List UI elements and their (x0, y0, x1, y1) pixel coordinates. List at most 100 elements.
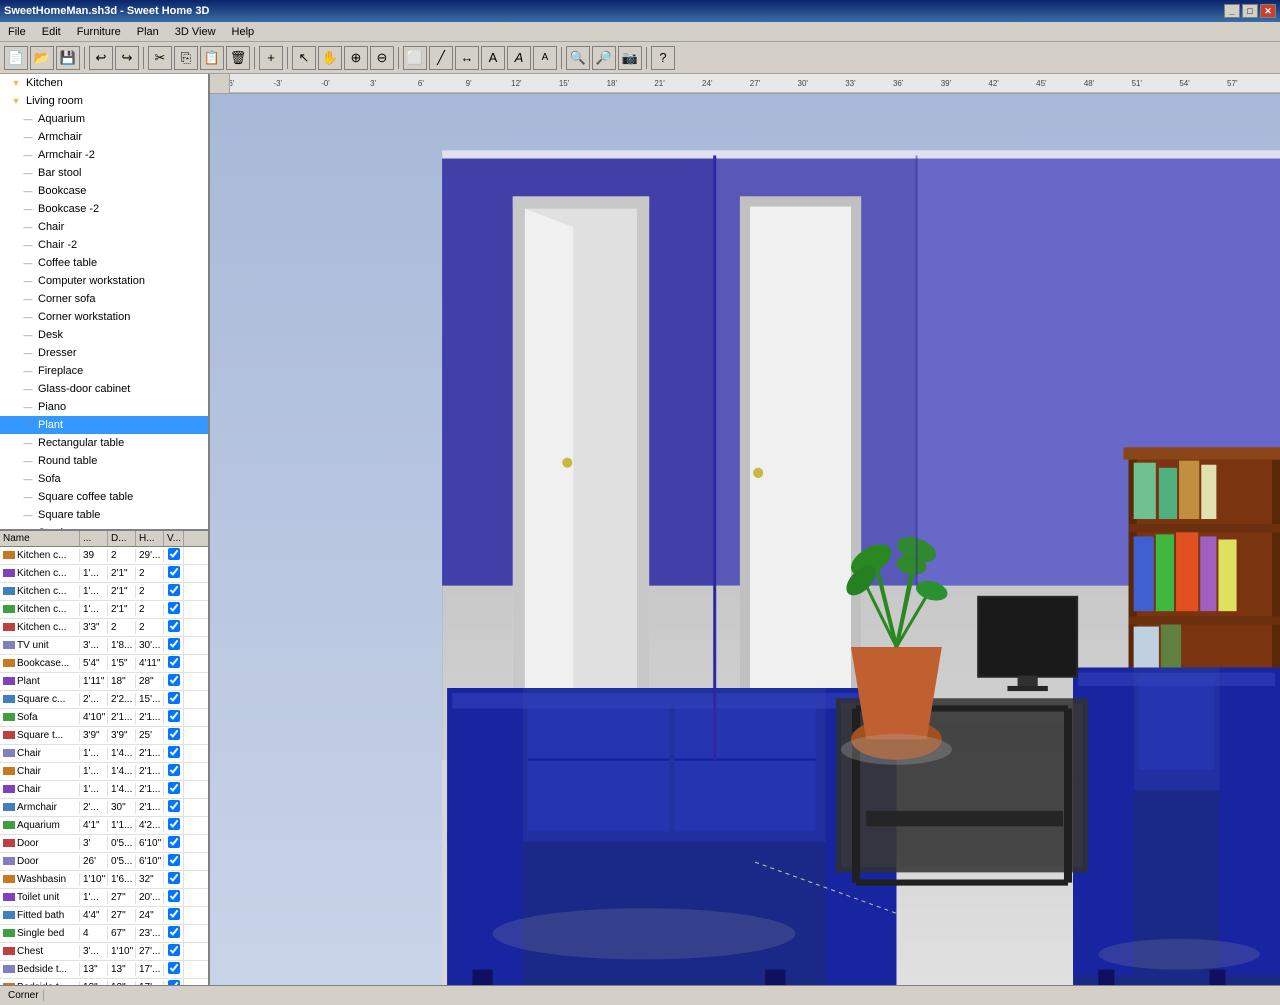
save-button[interactable]: 💾 (56, 46, 80, 70)
menu-help[interactable]: Help (224, 24, 263, 40)
tree-item-rectangular-table[interactable]: — Rectangular table (0, 434, 208, 452)
menu-edit[interactable]: Edit (34, 24, 69, 40)
visibility-check[interactable] (168, 656, 180, 668)
visibility-check[interactable] (168, 818, 180, 830)
pan-tool[interactable]: ✋ (318, 46, 342, 70)
tree-item-computer-workstation[interactable]: — Computer workstation (0, 272, 208, 290)
table-row[interactable]: Square c... 2'... 2'2... 15'... (0, 691, 208, 709)
tree-item-aquarium[interactable]: — Aquarium (0, 110, 208, 128)
add-dimension-tool[interactable]: ↔ (455, 46, 479, 70)
tree-item-glass-door-cabinet[interactable]: — Glass-door cabinet (0, 380, 208, 398)
add-label-tool-1[interactable]: A (481, 46, 505, 70)
tree-item-sofa[interactable]: — Sofa (0, 470, 208, 488)
table-row[interactable]: Plant 1'11" 18" 28" (0, 673, 208, 691)
visibility-check[interactable] (168, 584, 180, 596)
tree-item-piano[interactable]: — Piano (0, 398, 208, 416)
menu-plan[interactable]: Plan (129, 24, 167, 40)
minimize-button[interactable]: _ (1224, 4, 1240, 18)
visibility-check[interactable] (168, 782, 180, 794)
tree-item-chair-2[interactable]: — Chair -2 (0, 236, 208, 254)
visibility-check[interactable] (168, 710, 180, 722)
visibility-check[interactable] (168, 890, 180, 902)
table-row[interactable]: Kitchen c... 1'... 2'1" 2 (0, 583, 208, 601)
add-label-tool-3[interactable]: A (533, 46, 557, 70)
visibility-check[interactable] (168, 764, 180, 776)
tree-item-bookcase[interactable]: — Bookcase (0, 182, 208, 200)
tree-item-plant[interactable]: — Plant (0, 416, 208, 434)
table-row[interactable]: Toilet unit 1'... 27" 20'... (0, 889, 208, 907)
table-row[interactable]: Armchair 2'... 30" 2'1... (0, 799, 208, 817)
table-row[interactable]: Fitted bath 4'4" 27" 24" (0, 907, 208, 925)
tree-item-chair[interactable]: — Chair (0, 218, 208, 236)
table-row[interactable]: Door 26' 0'5... 6'10" (0, 853, 208, 871)
open-button[interactable]: 📂 (30, 46, 54, 70)
table-row[interactable]: Sofa 4'10" 2'1... 2'1... (0, 709, 208, 727)
tree-view[interactable]: ▼ Kitchen ▼ Living room — Aquarium — Arm… (0, 74, 208, 531)
table-row[interactable]: Chair 1'... 1'4... 2'1... (0, 745, 208, 763)
table-row[interactable]: Bookcase... 5'4" 1'5" 4'11" (0, 655, 208, 673)
table-row[interactable]: Bedside t... 13" 13" 17'... (0, 961, 208, 979)
visibility-check[interactable] (168, 980, 180, 986)
zoom-out-plan-tool[interactable]: ⊖ (370, 46, 394, 70)
visibility-check[interactable] (168, 602, 180, 614)
visibility-check[interactable] (168, 800, 180, 812)
visibility-check[interactable] (168, 746, 180, 758)
tree-item-coffee-table[interactable]: — Coffee table (0, 254, 208, 272)
zoom-out-button[interactable]: 🔎 (592, 46, 616, 70)
tree-item-corner-workstation[interactable]: — Corner workstation (0, 308, 208, 326)
table-row[interactable]: Kitchen c... 1'... 2'1" 2 (0, 565, 208, 583)
table-row[interactable]: Kitchen c... 3'3" 2 2 (0, 619, 208, 637)
table-row[interactable]: Bedside t... 13" 13" 17'... (0, 979, 208, 986)
cut-button[interactable]: ✂ (148, 46, 172, 70)
table-view[interactable]: Name ... D... H... V... Kitchen c... 39 … (0, 531, 208, 986)
menu-file[interactable]: File (0, 24, 34, 40)
3d-scene[interactable] (210, 94, 1280, 985)
menu-3dview[interactable]: 3D View (167, 24, 224, 40)
visibility-check[interactable] (168, 548, 180, 560)
visibility-check[interactable] (168, 728, 180, 740)
table-row[interactable]: Chair 1'... 1'4... 2'1... (0, 781, 208, 799)
table-row[interactable]: Kitchen c... 1'... 2'1" 2 (0, 601, 208, 619)
table-row[interactable]: Chest 3'... 1'10" 27'... (0, 943, 208, 961)
redo-button[interactable]: ↪ (115, 46, 139, 70)
camera-button[interactable]: 📷 (618, 46, 642, 70)
tree-item-living-room[interactable]: ▼ Living room (0, 92, 208, 110)
maximize-button[interactable]: □ (1242, 4, 1258, 18)
zoom-in-button[interactable]: 🔍 (566, 46, 590, 70)
tree-item-bar-stool[interactable]: — Bar stool (0, 164, 208, 182)
add-room-tool[interactable]: ⬜ (403, 46, 427, 70)
visibility-check[interactable] (168, 674, 180, 686)
visibility-check[interactable] (168, 836, 180, 848)
table-row[interactable]: Square t... 3'9" 3'9" 25' (0, 727, 208, 745)
table-row[interactable]: Chair 1'... 1'4... 2'1... (0, 763, 208, 781)
tree-item-round-table[interactable]: — Round table (0, 452, 208, 470)
tree-item-bookcase-2[interactable]: — Bookcase -2 (0, 200, 208, 218)
undo-button[interactable]: ↩ (89, 46, 113, 70)
visibility-check[interactable] (168, 620, 180, 632)
visibility-check[interactable] (168, 944, 180, 956)
visibility-check[interactable] (168, 962, 180, 974)
visibility-check[interactable] (168, 926, 180, 938)
tree-item-dresser[interactable]: — Dresser (0, 344, 208, 362)
tree-item-square-coffee-table[interactable]: — Square coffee table (0, 488, 208, 506)
visibility-check[interactable] (168, 638, 180, 650)
copy-button[interactable]: ⎘ (174, 46, 198, 70)
paste-button[interactable]: 📋 (200, 46, 224, 70)
tree-item-kitchen[interactable]: ▼ Kitchen (0, 74, 208, 92)
visibility-check[interactable] (168, 854, 180, 866)
visibility-check[interactable] (168, 566, 180, 578)
table-row[interactable]: TV unit 3'... 1'8... 30'... (0, 637, 208, 655)
tree-item-fireplace[interactable]: — Fireplace (0, 362, 208, 380)
table-row[interactable]: Door 3' 0'5... 6'10" (0, 835, 208, 853)
add-furniture-button[interactable]: + (259, 46, 283, 70)
select-tool[interactable]: ↖ (292, 46, 316, 70)
help-button[interactable]: ? (651, 46, 675, 70)
menu-furniture[interactable]: Furniture (69, 24, 129, 40)
visibility-check[interactable] (168, 692, 180, 704)
tree-item-armchair[interactable]: — Armchair (0, 128, 208, 146)
tree-item-armchair-2[interactable]: — Armchair -2 (0, 146, 208, 164)
tree-item-desk[interactable]: — Desk (0, 326, 208, 344)
table-row[interactable]: Washbasin 1'10" 1'6... 32" (0, 871, 208, 889)
visibility-check[interactable] (168, 872, 180, 884)
tree-item-square-table[interactable]: — Square table (0, 506, 208, 524)
